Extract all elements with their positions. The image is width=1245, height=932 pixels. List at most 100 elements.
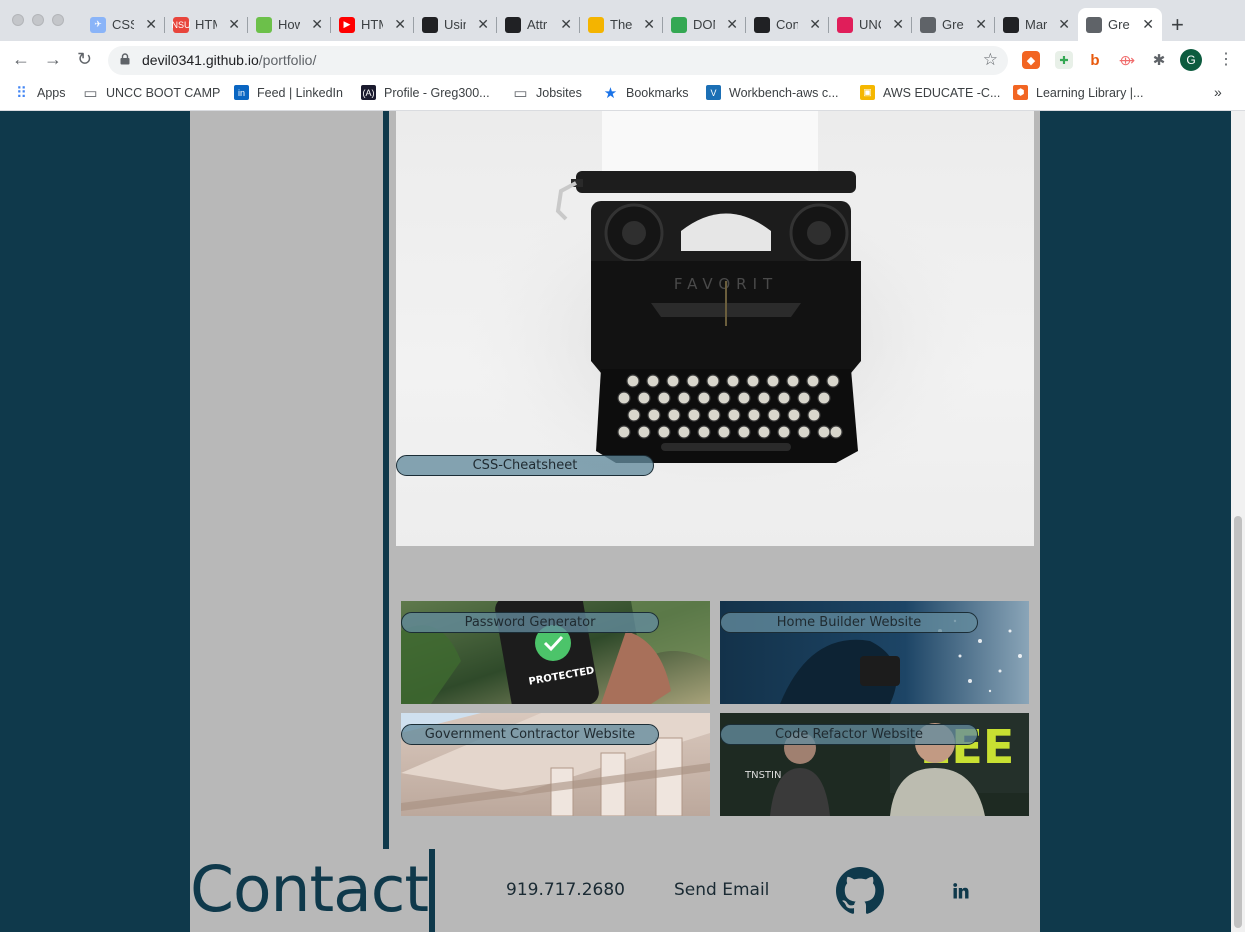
back-button[interactable]: ← xyxy=(12,49,30,70)
tab-favicon-icon xyxy=(1086,16,1102,33)
tab-title: Gre xyxy=(942,17,964,32)
extension-icon[interactable]: b xyxy=(1086,51,1104,69)
linkedin-icon[interactable] xyxy=(953,883,969,899)
browser-tab[interactable]: Gre ✕ xyxy=(912,8,995,41)
browser-tab[interactable]: How ✕ xyxy=(248,8,331,41)
featured-project-card[interactable]: FAVORIT CSS-Cheatsheet xyxy=(396,111,1034,546)
scrollbar-thumb[interactable] xyxy=(1234,516,1242,928)
tab-title: HTML xyxy=(361,17,383,32)
extension-icon[interactable]: ⟴ xyxy=(1118,51,1136,69)
contact-phone[interactable]: 919.717.2680 xyxy=(506,880,625,900)
close-tab-icon[interactable]: ✕ xyxy=(643,16,655,33)
browser-toolbar: ← → ↻ devil0341.github.io/portfolio/ ☆ ◆… xyxy=(0,41,1245,79)
bookmark-item[interactable]: (A) Profile - Greg300... xyxy=(361,85,490,100)
bookmark-item[interactable]: ▭ UNCC BOOT CAMP xyxy=(83,84,220,102)
project-card-government-contractor[interactable]: Government Contractor Website xyxy=(401,713,710,816)
bookmark-item[interactable]: V Workbench-aws c... xyxy=(706,85,839,100)
forward-button[interactable]: → xyxy=(44,49,62,70)
profile-icon: (A) xyxy=(361,85,376,100)
close-tab-icon[interactable]: ✕ xyxy=(560,16,572,33)
typewriter-image: FAVORIT xyxy=(466,111,986,511)
bookmark-item[interactable]: ⬢ Learning Library |... xyxy=(1013,85,1143,100)
browser-chrome: ✈CSS✕NSUHTML✕How✕▶HTML✕Using✕Attr✕The✕DO… xyxy=(0,0,1245,111)
new-tab-button[interactable]: + xyxy=(1171,12,1184,38)
close-tab-icon[interactable]: ✕ xyxy=(477,16,489,33)
reload-button[interactable]: ↻ xyxy=(77,49,92,70)
extension-icon[interactable]: ✚ xyxy=(1055,51,1073,69)
bookmark-item[interactable]: in Feed | LinkedIn xyxy=(234,85,343,100)
folder-icon: ▭ xyxy=(513,84,528,102)
bookmark-star-icon[interactable]: ☆ xyxy=(983,50,998,70)
tab-favicon-icon: NSU xyxy=(172,16,191,33)
tab-favicon-icon xyxy=(920,16,936,33)
close-tab-icon[interactable]: ✕ xyxy=(145,16,157,33)
browser-tab[interactable]: Gre ✕ xyxy=(1078,8,1162,41)
bookmark-item[interactable]: ★ Bookmarks xyxy=(603,84,689,102)
project-card-home-builder[interactable]: Home Builder Website xyxy=(720,601,1029,704)
page-scrollbar[interactable] xyxy=(1231,111,1245,932)
project-label[interactable]: Home Builder Website xyxy=(720,612,978,633)
close-tab-icon[interactable]: ✕ xyxy=(1142,16,1154,33)
star-icon: ★ xyxy=(603,84,618,102)
bookmark-label: Bookmarks xyxy=(626,85,689,100)
bookmark-label: Jobsites xyxy=(536,85,582,100)
bookmark-label: Apps xyxy=(37,85,66,100)
maximize-window-button[interactable] xyxy=(52,14,64,26)
browser-tab[interactable]: ▶ HTML ✕ xyxy=(331,8,414,41)
browser-menu-icon[interactable]: ⋮ xyxy=(1218,49,1234,69)
contact-heading: Contact xyxy=(190,853,429,926)
browser-tab[interactable]: Con ✕ xyxy=(746,8,829,41)
browser-tab[interactable]: DOM ✕ xyxy=(663,8,746,41)
tab-favicon-icon xyxy=(422,16,438,33)
browser-tab[interactable]: UNC ✕ xyxy=(829,8,912,41)
bookmark-label: Workbench-aws c... xyxy=(729,85,839,100)
url-text: devil0341.github.io/portfolio/ xyxy=(142,52,316,68)
tab-favicon-icon xyxy=(256,16,272,33)
bookmark-item[interactable]: ▣ AWS EDUCATE -C... xyxy=(860,85,1000,100)
address-bar[interactable]: devil0341.github.io/portfolio/ ☆ xyxy=(108,46,1008,75)
project-label[interactable]: Code Refactor Website xyxy=(720,724,978,745)
browser-tab[interactable]: Attr ✕ xyxy=(497,8,580,41)
more-bookmarks-icon[interactable]: » xyxy=(1214,84,1222,100)
close-tab-icon[interactable]: ✕ xyxy=(975,16,987,33)
project-label[interactable]: Password Generator xyxy=(401,612,659,633)
profile-avatar[interactable]: G xyxy=(1180,49,1202,71)
project-card-password-generator[interactable]: PROTECTED Password Generator xyxy=(401,601,710,704)
close-tab-icon[interactable]: ✕ xyxy=(809,16,821,33)
linkedin-icon: in xyxy=(234,85,249,100)
send-email-link[interactable]: Send Email xyxy=(674,880,769,900)
bookmark-label: Learning Library |... xyxy=(1036,85,1144,100)
close-tab-icon[interactable]: ✕ xyxy=(892,16,904,33)
project-card-code-refactor[interactable]: EEE TNSTIN Code Refactor Website xyxy=(720,713,1029,816)
tab-title: Mar xyxy=(1025,17,1047,32)
close-tab-icon[interactable]: ✕ xyxy=(311,16,323,33)
browser-tab[interactable]: Mar ✕ xyxy=(995,8,1078,41)
github-icon[interactable] xyxy=(836,867,884,915)
page-viewport: FAVORIT CSS-Cheatsheet PROTECTED Passwor… xyxy=(0,111,1245,932)
browser-tab[interactable]: The ✕ xyxy=(580,8,663,41)
tab-title: The xyxy=(610,17,632,32)
bookmark-label: Feed | LinkedIn xyxy=(257,85,343,100)
browser-tab[interactable]: NSU HTML ✕ xyxy=(165,8,248,41)
close-tab-icon[interactable]: ✕ xyxy=(726,16,738,33)
extensions-puzzle-icon[interactable]: ✱ xyxy=(1150,51,1168,69)
close-window-button[interactable] xyxy=(12,14,24,26)
close-tab-icon[interactable]: ✕ xyxy=(1058,16,1070,33)
browser-tab[interactable]: Using ✕ xyxy=(414,8,497,41)
folder-icon: ▭ xyxy=(83,84,98,102)
project-label[interactable]: Government Contractor Website xyxy=(401,724,659,745)
tab-title: CSS xyxy=(112,17,134,32)
lock-icon xyxy=(120,53,130,65)
bookmark-item[interactable]: ▭ Jobsites xyxy=(513,84,582,102)
close-tab-icon[interactable]: ✕ xyxy=(394,16,406,33)
browser-tab[interactable]: ✈ CSS ✕ xyxy=(82,8,165,41)
extension-icon[interactable]: ◆ xyxy=(1022,51,1040,69)
minimize-window-button[interactable] xyxy=(32,14,44,26)
tab-title: How xyxy=(278,17,300,32)
featured-project-label[interactable]: CSS-Cheatsheet xyxy=(396,455,654,476)
tab-title: UNC xyxy=(859,17,881,32)
tab-title: DOM xyxy=(693,17,715,32)
bookmark-item[interactable]: ⠿ Apps xyxy=(14,85,66,102)
close-tab-icon[interactable]: ✕ xyxy=(228,16,240,33)
url-host: devil0341.github.io xyxy=(142,52,259,68)
